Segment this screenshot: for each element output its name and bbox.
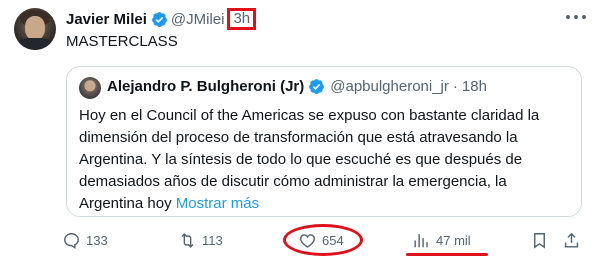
more-options-icon[interactable] (566, 10, 586, 24)
quoted-tweet-time: 18h (461, 78, 487, 95)
author-avatar[interactable] (14, 8, 56, 50)
tweet-header: Javier Milei @JMilei 3h (66, 8, 257, 30)
author-name[interactable]: Javier Milei (66, 11, 147, 28)
author-handle[interactable]: @JMilei (171, 11, 225, 28)
retweet-count: 113 (202, 232, 223, 248)
analytics-icon (414, 233, 428, 247)
share-icon (564, 232, 579, 248)
reply-button[interactable]: 133 (62, 228, 108, 252)
bookmark-icon (534, 232, 545, 249)
quoted-author-handle: @apbulgheroni_jr (330, 78, 449, 95)
separator-dot: · (452, 78, 458, 95)
retweet-icon (181, 232, 194, 248)
quoted-tweet-header: Alejandro P. Bulgheroni (Jr) @apbulghero… (107, 78, 487, 95)
quoted-author-avatar (79, 77, 101, 99)
views-annotation-underline (406, 253, 488, 256)
views-button[interactable]: 47 mil (412, 228, 471, 252)
quoted-tweet-text: Hoy en el Council of the Americas se exp… (79, 105, 573, 215)
verified-badge-icon (151, 11, 167, 27)
bookmark-button[interactable] (530, 228, 549, 252)
quoted-text-content: Hoy en el Council of the Americas se exp… (79, 107, 540, 212)
like-annotation-circle (283, 224, 363, 256)
verified-badge-icon (309, 79, 325, 95)
views-count: 47 mil (436, 232, 471, 248)
reply-icon (64, 232, 79, 249)
tweet-time[interactable]: 3h (227, 8, 257, 30)
retweet-button[interactable]: 113 (178, 228, 223, 252)
quoted-tweet[interactable]: Alejandro P. Bulgheroni (Jr) @apbulghero… (66, 66, 582, 217)
reply-count: 133 (86, 232, 108, 248)
quoted-author-name: Alejandro P. Bulgheroni (Jr) (107, 78, 305, 95)
show-more-link[interactable]: Mostrar más (176, 195, 259, 212)
share-button[interactable] (562, 228, 581, 252)
tweet-text: MASTERCLASS (66, 33, 178, 50)
